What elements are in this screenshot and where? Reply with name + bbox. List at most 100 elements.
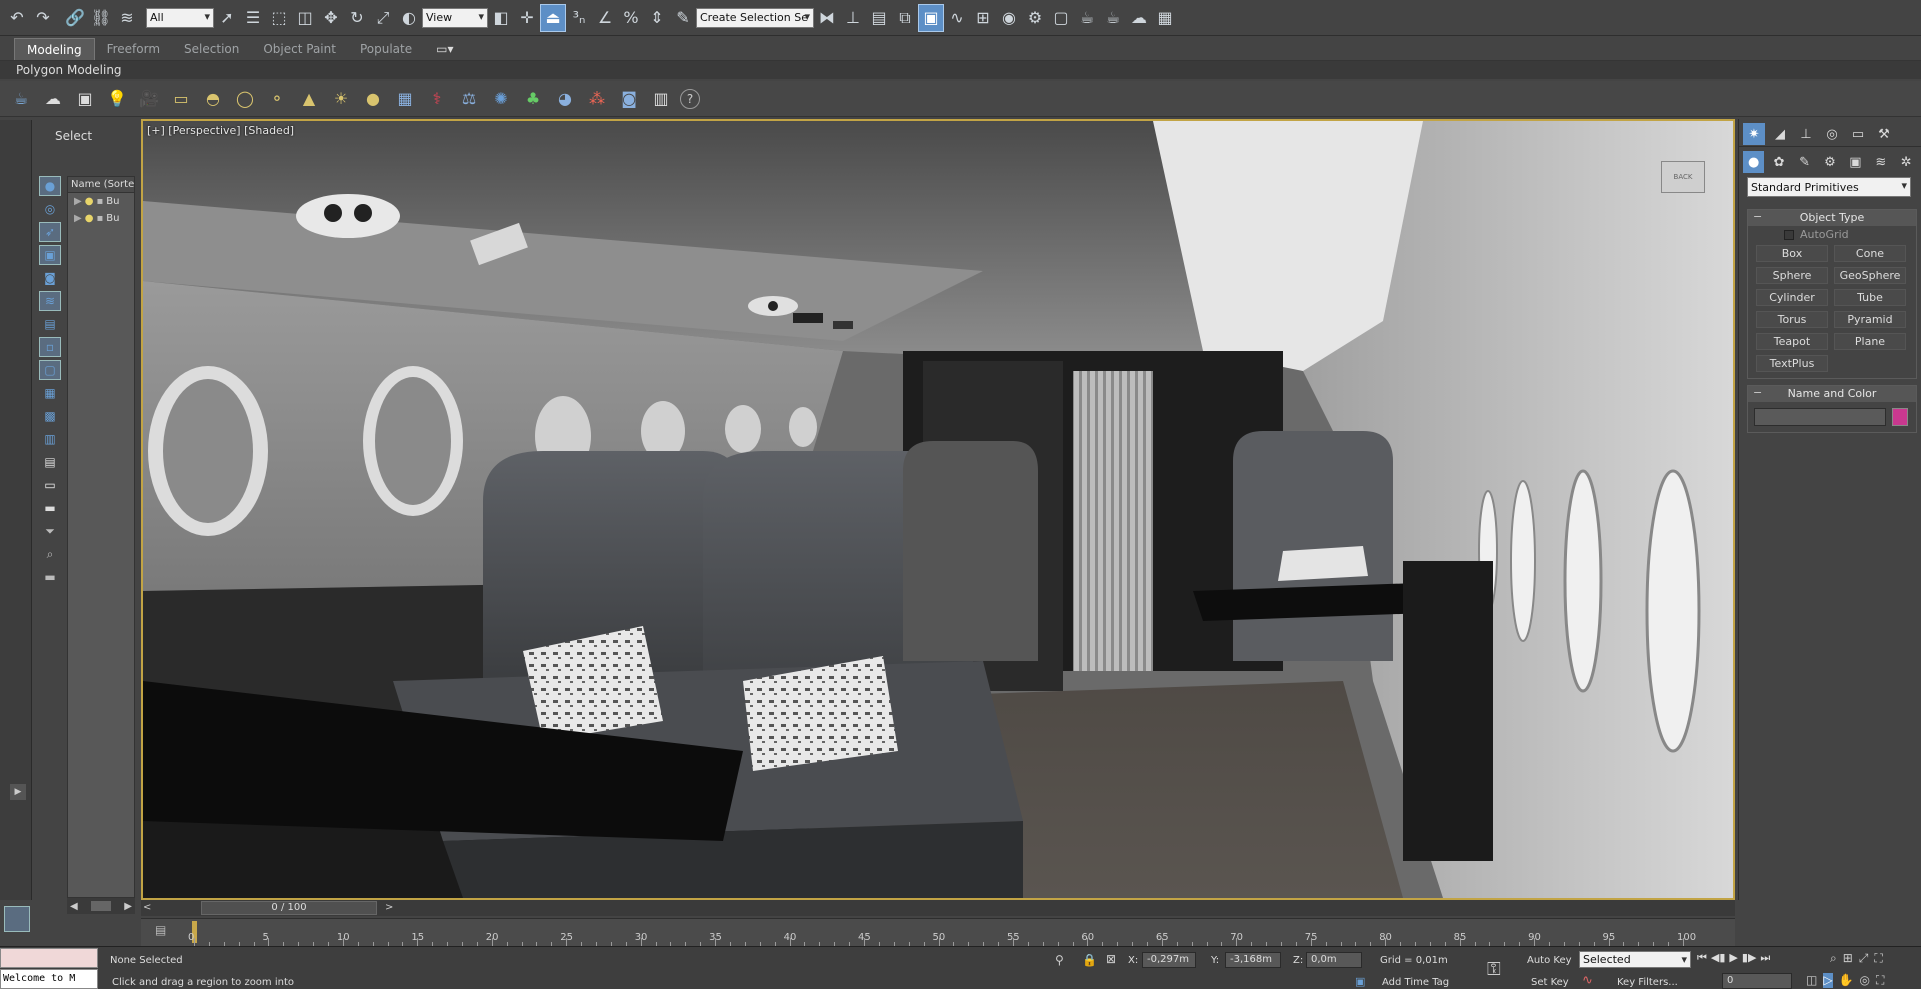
display-geometry-icon[interactable]: ● [39,176,61,196]
utilities-tab-icon[interactable]: ⚒ [1873,123,1895,145]
rect-selection-icon[interactable]: ⬚ [266,4,292,32]
lights-cat-icon[interactable]: ✎ [1794,151,1815,173]
textplus-button[interactable]: TextPlus [1756,355,1828,372]
maximize-viewport-icon[interactable]: ⛶ [1876,973,1884,988]
grid-icon[interactable]: ▦ [392,86,418,112]
list-item[interactable]: ▶ ● ▪ Bu [68,193,134,210]
unlink-icon[interactable]: ⛓ [88,4,114,32]
ref-coord-dropdown[interactable]: View [422,7,488,28]
tab-selection[interactable]: Selection [172,38,251,60]
viewcube[interactable]: BACK [1661,161,1705,193]
create-tab-icon[interactable]: ✷ [1743,123,1765,145]
cylinder-button[interactable]: Cylinder [1756,289,1828,306]
next-frame-icon[interactable]: ▮▶ [1742,951,1757,965]
sun-icon[interactable]: ☀ [328,86,354,112]
play-icon[interactable]: ▶ [1729,951,1737,965]
zoom-extents-all-icon[interactable]: ⛶ [1874,951,1882,966]
object-color-swatch[interactable] [1892,408,1908,426]
orbit-icon[interactable]: ◎ [1860,973,1870,988]
teapot-button[interactable]: Teapot [1756,333,1828,350]
tab-modeling[interactable]: Modeling [14,38,95,60]
edit-named-selection-icon[interactable]: ✎ [670,4,696,32]
schematic-view-icon[interactable]: ⊞ [970,4,996,32]
go-to-end-icon[interactable]: ⏭ [1760,951,1770,965]
tab-populate[interactable]: Populate [348,38,424,60]
window-crossing-icon[interactable]: ◫ [292,4,318,32]
display-frozen-icon[interactable]: ▩ [39,406,61,426]
torus-button[interactable]: Torus [1756,311,1828,328]
foliage-icon[interactable]: ♣ [520,86,546,112]
help-icon[interactable]: ? [680,88,700,109]
time-slider[interactable]: 0 / 100 [201,901,377,915]
name-color-title[interactable]: Name and Color [1748,386,1916,402]
spacewarps-cat-icon[interactable]: ≋ [1870,151,1891,173]
manipulate-icon[interactable]: ✛ [514,4,540,32]
move-icon[interactable]: ✥ [318,4,344,32]
hierarchy-tab-icon[interactable]: ⊥ [1795,123,1817,145]
mirror-icon[interactable]: ⧓ [814,4,840,32]
zoom-extents-icon[interactable]: ⤢ [1859,951,1869,966]
object-name-input[interactable] [1754,408,1886,426]
pivot-center-icon[interactable]: ◧ [488,4,514,32]
object-type-title[interactable]: Object Type [1748,210,1916,226]
link-icon[interactable]: 🔗 [62,4,88,32]
time-tag-icon[interactable]: ▣ [1355,975,1365,988]
align-icon[interactable]: ⊥ [840,4,866,32]
layer-icon[interactable]: ▬ [39,567,61,587]
curve-editor-icon[interactable]: ∿ [944,4,970,32]
current-frame-field[interactable]: 0 [1722,973,1792,989]
display-bones-icon[interactable]: ▢ [39,360,61,380]
measure-icon[interactable]: ⚖ [456,86,482,112]
display-all-icon[interactable]: ▤ [39,452,61,472]
scene-list-hscroll[interactable]: ◀ ▶ [67,898,135,914]
geometry-icon[interactable]: ● [1743,151,1765,173]
bind-spacewarp-icon[interactable]: ≋ [114,4,140,32]
lock-icon[interactable]: 🔒 [1082,953,1097,967]
z-coordinate-field[interactable]: 0,0m [1306,952,1362,968]
undo-icon[interactable]: ↶ [4,4,30,32]
scale-icon[interactable]: ⤢ [370,4,396,32]
geosphere-button[interactable]: GeoSphere [1834,267,1906,284]
modify-tab-icon[interactable]: ◢ [1769,123,1791,145]
tab-object-paint[interactable]: Object Paint [251,38,348,60]
box-button[interactable]: Box [1756,245,1828,262]
pyramid-button[interactable]: Pyramid [1834,311,1906,328]
ribbon-panel-label[interactable]: Polygon Modeling [0,61,1921,79]
expand-arrow-icon[interactable]: ▶ [10,784,26,800]
place-icon[interactable]: ◐ [396,4,422,32]
list-item[interactable]: ▶ ● ▪ Bu [68,210,134,227]
ball-icon[interactable]: ● [360,86,386,112]
primitive-category-dropdown[interactable]: Standard Primitives [1747,177,1911,197]
ribbon-options-icon[interactable]: ▭▾ [424,38,465,60]
go-to-start-icon[interactable]: ⏮ [1697,951,1707,965]
layout-thumbnail-icon[interactable] [4,906,30,932]
zoom-icon[interactable]: ⌕ [1830,951,1837,966]
sphere-button[interactable]: Sphere [1756,267,1828,284]
light-icon[interactable]: 💡 [104,86,130,112]
display-tab-icon[interactable]: ▭ [1847,123,1869,145]
set-key-button[interactable]: Set Key [1531,977,1569,988]
cone-icon[interactable]: ▲ [296,86,322,112]
scene-explorer-header[interactable]: Select [33,120,136,156]
render-a360-icon[interactable]: ☁ [1126,4,1152,32]
display-containers-icon[interactable]: ▦ [39,383,61,403]
render-iterative-icon[interactable]: ☕ [1100,4,1126,32]
zoom-all-icon[interactable]: ⊞ [1843,951,1853,966]
autogrid-checkbox[interactable] [1784,229,1794,240]
key-icon[interactable]: ⚿ [1487,959,1501,980]
mini-curve-editor-icon[interactable]: ▤ [155,923,166,937]
percent-snap-icon[interactable]: % [618,4,644,32]
filter-icon[interactable]: ⏷ [39,521,61,541]
column-header-name[interactable]: Name (Sorted [68,177,134,193]
cone-button[interactable]: Cone [1834,245,1906,262]
selection-filter-dropdown[interactable]: All [146,7,214,28]
perspective-viewport[interactable]: [+] [Perspective] [Shaded] BACK [141,119,1735,900]
display-helpers-icon[interactable]: ◙ [39,268,61,288]
particle-icon[interactable]: ✺ [488,86,514,112]
plane-primitive-icon[interactable]: ▭ [168,86,194,112]
select-by-name-icon[interactable]: ☰ [240,4,266,32]
spinner-snap-icon[interactable]: ⇕ [644,4,670,32]
sphere-icon[interactable]: ◯ [232,86,258,112]
x-coordinate-field[interactable]: -0,297m [1142,952,1196,968]
previous-frame-icon[interactable]: ◀▮ [1711,951,1726,965]
